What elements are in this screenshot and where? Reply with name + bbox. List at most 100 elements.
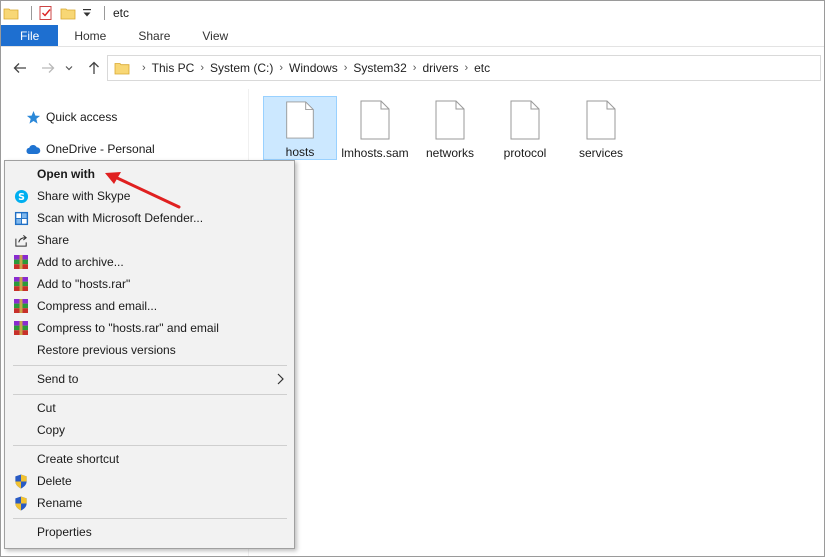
menu-item-rename[interactable]: Rename xyxy=(6,492,293,514)
title-bar: etc xyxy=(1,1,824,25)
breadcrumb-drivers[interactable]: drivers xyxy=(422,61,458,75)
properties-check-icon[interactable] xyxy=(38,4,54,22)
file-icon xyxy=(510,100,540,140)
tab-share[interactable]: Share xyxy=(122,25,186,46)
tab-file[interactable]: File xyxy=(1,25,59,46)
file-item-services[interactable]: services xyxy=(564,96,638,160)
navigation-row: › This PC › System (C:) › Windows › Syst… xyxy=(1,53,824,83)
winrar-icon xyxy=(13,298,29,314)
new-folder-icon[interactable] xyxy=(60,4,76,22)
star-icon xyxy=(25,109,41,125)
chevron-down-icon xyxy=(65,66,73,71)
menu-separator xyxy=(13,394,287,395)
up-button[interactable] xyxy=(83,57,105,79)
file-item-hosts[interactable]: hosts xyxy=(263,96,337,160)
breadcrumb-system-c[interactable]: System (C:) xyxy=(210,61,273,75)
back-button[interactable] xyxy=(9,57,31,79)
winrar-icon xyxy=(13,254,29,270)
tab-view[interactable]: View xyxy=(186,25,244,46)
menu-item-copy[interactable]: Copy xyxy=(6,419,293,441)
toolbar-separator xyxy=(104,6,105,20)
file-icon xyxy=(435,100,465,140)
file-name: services xyxy=(578,146,623,160)
folder-icon xyxy=(114,60,130,76)
file-name: hosts xyxy=(285,145,315,159)
breadcrumb-system32[interactable]: System32 xyxy=(353,61,406,75)
menu-item-delete[interactable]: Delete xyxy=(6,470,293,492)
menu-item-compress-rar-email[interactable]: Compress to "hosts.rar" and email xyxy=(6,317,293,339)
skype-icon: S xyxy=(13,188,29,204)
menu-separator xyxy=(13,445,287,446)
file-name: protocol xyxy=(503,146,547,160)
menu-separator xyxy=(13,518,287,519)
nav-onedrive[interactable]: OneDrive - Personal xyxy=(25,141,155,157)
share-icon xyxy=(13,232,29,248)
menu-item-add-archive[interactable]: Add to archive... xyxy=(6,251,293,273)
menu-item-send-to[interactable]: Send to xyxy=(6,368,293,390)
menu-item-scan-defender[interactable]: Scan with Microsoft Defender... xyxy=(6,207,293,229)
menu-item-label: Add to archive... xyxy=(37,255,124,269)
menu-item-label: Compress to "hosts.rar" and email xyxy=(37,321,219,335)
context-menu: Open with S Share with Skype Scan with M… xyxy=(4,160,295,549)
file-icon xyxy=(586,100,616,140)
folder-icon[interactable] xyxy=(3,4,19,22)
breadcrumb-chevron-icon: › xyxy=(142,62,146,74)
menu-item-label: Rename xyxy=(37,496,83,510)
breadcrumb-chevron-icon: › xyxy=(343,62,348,74)
cloud-icon xyxy=(25,141,41,157)
back-arrow-icon xyxy=(13,63,26,73)
nav-quick-access-label: Quick access xyxy=(46,110,118,124)
window-title: etc xyxy=(113,6,130,20)
uac-shield-icon xyxy=(13,473,29,489)
breadcrumb-chevron-icon: › xyxy=(279,62,284,74)
breadcrumb-chevron-icon: › xyxy=(200,62,205,74)
defender-shield-icon xyxy=(13,210,29,226)
toolbar-separator xyxy=(31,6,32,20)
annotation-arrow-icon xyxy=(105,172,181,209)
winrar-icon xyxy=(13,276,29,292)
up-arrow-icon xyxy=(89,61,99,74)
svg-text:S: S xyxy=(18,192,25,203)
breadcrumb-windows[interactable]: Windows xyxy=(289,61,338,75)
file-item-networks[interactable]: networks xyxy=(413,96,487,160)
file-explorer-window: etc File Home Share View › This PC › Sys… xyxy=(0,0,825,557)
address-bar[interactable]: › This PC › System (C:) › Windows › Syst… xyxy=(107,55,821,81)
breadcrumb-etc[interactable]: etc xyxy=(474,61,490,75)
chevron-right-icon xyxy=(277,373,284,385)
menu-item-label: Restore previous versions xyxy=(37,343,176,357)
breadcrumb-chevron-icon: › xyxy=(412,62,417,74)
menu-item-label: Share xyxy=(37,233,70,247)
forward-button[interactable] xyxy=(37,57,59,79)
tab-home[interactable]: Home xyxy=(58,25,122,46)
menu-item-compress-email[interactable]: Compress and email... xyxy=(6,295,293,317)
winrar-icon xyxy=(13,320,29,336)
nav-quick-access[interactable]: Quick access xyxy=(25,109,117,125)
menu-item-label: Send to xyxy=(37,372,79,386)
file-item-protocol[interactable]: protocol xyxy=(488,96,562,160)
menu-item-restore-versions[interactable]: Restore previous versions xyxy=(6,339,293,361)
breadcrumb-this-pc[interactable]: This PC xyxy=(152,61,195,75)
menu-item-label: Scan with Microsoft Defender... xyxy=(37,211,204,225)
ribbon-tabs: File Home Share View xyxy=(1,25,824,47)
breadcrumb-chevron-icon: › xyxy=(464,62,469,74)
menu-item-add-rar[interactable]: Add to "hosts.rar" xyxy=(6,273,293,295)
customize-dropdown-icon[interactable] xyxy=(82,4,92,22)
file-name: lmhosts.sam xyxy=(341,146,409,160)
menu-item-create-shortcut[interactable]: Create shortcut xyxy=(6,448,293,470)
nav-onedrive-label: OneDrive - Personal xyxy=(46,142,155,156)
menu-item-label: Create shortcut xyxy=(37,452,120,466)
file-item-lmhosts[interactable]: lmhosts.sam xyxy=(338,96,412,160)
file-icon xyxy=(360,100,390,140)
recent-locations-button[interactable] xyxy=(62,57,76,79)
file-icon xyxy=(286,101,314,139)
menu-item-label: Add to "hosts.rar" xyxy=(37,277,131,291)
menu-item-label: Compress and email... xyxy=(37,299,158,313)
menu-item-properties[interactable]: Properties xyxy=(6,521,293,543)
file-name: networks xyxy=(425,146,475,160)
menu-item-share[interactable]: Share xyxy=(6,229,293,251)
menu-item-cut[interactable]: Cut xyxy=(6,397,293,419)
menu-item-label: Delete xyxy=(37,474,72,488)
menu-separator xyxy=(13,365,287,366)
uac-shield-icon xyxy=(13,495,29,511)
menu-item-label: Cut xyxy=(37,401,56,415)
